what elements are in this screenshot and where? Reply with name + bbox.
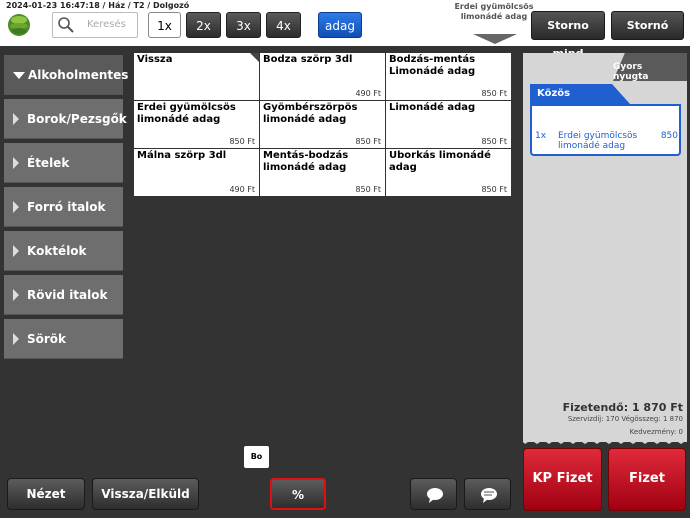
view-button[interactable]: Nézet <box>7 478 85 510</box>
speech-bubble-icon <box>427 488 443 503</box>
product-price: 850 Ft <box>355 185 381 194</box>
storno-all-button[interactable]: Storno mind <box>531 11 605 60</box>
product-tile[interactable]: Mentás-bodzás limonádé adag 850 Ft <box>260 149 385 196</box>
receipt-line-price: 850 <box>660 131 678 141</box>
message-button[interactable] <box>464 478 511 510</box>
category-label: Sörök <box>27 332 67 346</box>
product-price: 850 Ft <box>229 137 255 146</box>
status-line: 2024-01-23 16:47:18 / Ház / T2 / Dolgozó <box>6 1 190 10</box>
product-grid: Vissza Bodza szörp 3dl 490 Ft Bodzás-men… <box>134 53 512 196</box>
chevron-right-icon <box>13 113 19 125</box>
chevron-down-icon <box>13 72 25 79</box>
product-name: Erdei gyümölcsös limonádé adag <box>137 102 236 125</box>
receipt-line-name: Erdei gyümölcsös limonádé adag <box>558 131 638 151</box>
category-label: Rövid italok <box>27 288 108 302</box>
portion-button[interactable]: adag <box>318 12 362 38</box>
receipt-line-qty: 1x <box>535 131 547 141</box>
quick-receipt-button[interactable]: Gyors nyugta <box>613 53 687 82</box>
category-label: Koktélok <box>27 244 87 258</box>
product-name: Uborkás limonádé adag <box>389 150 491 173</box>
quantity-1x-button[interactable]: 1x <box>148 12 181 38</box>
top-bar: 2024-01-23 16:47:18 / Ház / T2 / Dolgozó… <box>0 0 690 60</box>
percent-discount-button[interactable]: % <box>270 478 326 510</box>
group-tab[interactable]: Közös <box>530 84 630 104</box>
product-tile[interactable]: Erdei gyümölcsös limonádé adag 850 Ft <box>134 101 259 148</box>
category-label: Alkoholmentes <box>28 68 129 82</box>
quantity-3x-button[interactable]: 3x <box>226 12 261 38</box>
product-name: Vissza <box>137 54 173 65</box>
service-total-line: Szervizdíj: 170 Végösszeg: 1 870 <box>567 415 683 423</box>
search-icon <box>58 17 74 33</box>
search-input[interactable]: Keresés <box>52 12 138 38</box>
product-name: Mentás-bodzás limonádé adag <box>263 150 349 173</box>
chat-dots-icon <box>481 488 497 503</box>
receipt-line-name: Bodzás-mentás Limonádé adag <box>558 109 628 129</box>
product-price: 850 Ft <box>481 185 507 194</box>
category-label: Ételek <box>27 156 70 170</box>
discount-line: Kedvezmény: 0 <box>629 428 683 436</box>
quick-receipt-label: Gyors nyugta <box>613 62 649 82</box>
product-price: 490 Ft <box>229 185 255 194</box>
product-price: 850 Ft <box>481 137 507 146</box>
category-borok-pezsgok[interactable]: Borok/Pezsgők <box>4 99 127 139</box>
bo-tooltip: Bo <box>244 446 269 468</box>
category-forro-italok[interactable]: Forró italok <box>4 187 123 227</box>
product-price: 850 Ft <box>355 137 381 146</box>
product-name: Málna szörp 3dl <box>137 150 227 161</box>
group-tab-label: Közös <box>537 88 571 99</box>
storno-button[interactable]: Stornó <box>611 11 684 40</box>
chevron-right-icon <box>13 289 19 301</box>
pay-button[interactable]: Fizet <box>608 448 686 511</box>
back-send-button[interactable]: Vissza/Elküld <box>92 478 199 510</box>
category-alkoholmentes[interactable]: Alkoholmentes <box>4 55 128 95</box>
product-name: Bodza szörp 3dl <box>263 54 353 65</box>
category-sorok[interactable]: Sörök <box>4 319 123 359</box>
product-back-button[interactable]: Vissza <box>134 53 259 100</box>
category-etelek[interactable]: Ételek <box>4 143 123 183</box>
cash-pay-button[interactable]: KP Fizet <box>523 448 602 511</box>
app-logo-icon <box>8 14 30 36</box>
product-tile[interactable]: Málna szörp 3dl 490 Ft <box>134 149 259 196</box>
receipt-line-price: 850 <box>660 109 678 119</box>
search-placeholder: Keresés <box>87 19 126 30</box>
product-price: 850 Ft <box>481 89 507 98</box>
product-name: Gyömbérszörpös limonádé adag <box>263 102 358 125</box>
quantity-2x-button[interactable]: 2x <box>186 12 221 38</box>
product-name: Bodzás-mentás Limonádé adag <box>389 54 476 77</box>
comment-button[interactable] <box>410 478 457 510</box>
fold-corner-icon <box>250 53 259 62</box>
chevron-right-icon <box>13 245 19 257</box>
category-koktelok[interactable]: Koktélok <box>4 231 123 271</box>
category-label: Borok/Pezsgők <box>27 112 127 126</box>
product-tile[interactable]: Bodzás-mentás Limonádé adag 850 Ft <box>386 53 511 100</box>
quantity-4x-button[interactable]: 4x <box>266 12 301 38</box>
category-label: Forró italok <box>27 200 106 214</box>
chevron-right-icon <box>13 333 19 345</box>
chevron-right-icon <box>13 201 19 213</box>
chevron-right-icon <box>13 157 19 169</box>
product-tile[interactable]: Gyömbérszörpös limonádé adag 850 Ft <box>260 101 385 148</box>
product-name: Limonádé adag <box>389 102 476 113</box>
last-item-arrow-icon <box>473 34 517 44</box>
product-tile[interactable]: Uborkás limonádé adag 850 Ft <box>386 149 511 196</box>
receipt-line-qty: 1x <box>535 109 547 119</box>
total-amount: Fizetendő: 1 870 Ft <box>562 401 683 414</box>
product-tile[interactable]: Bodza szörp 3dl 490 Ft <box>260 53 385 100</box>
category-rovid-italok[interactable]: Rövid italok <box>4 275 123 315</box>
receipt-torn-edge <box>523 436 687 444</box>
group-items-box: 1x Bodzás-mentás Limonádé adag 850 1x Er… <box>530 104 681 156</box>
product-price: 490 Ft <box>355 89 381 98</box>
last-item-label: Erdei gyümölcsös limonádé adag <box>454 2 534 21</box>
receipt-panel: Gyors nyugta Közös 1x Bodzás-mentás Limo… <box>523 53 687 442</box>
product-tile[interactable]: Limonádé adag 850 Ft <box>386 101 511 148</box>
